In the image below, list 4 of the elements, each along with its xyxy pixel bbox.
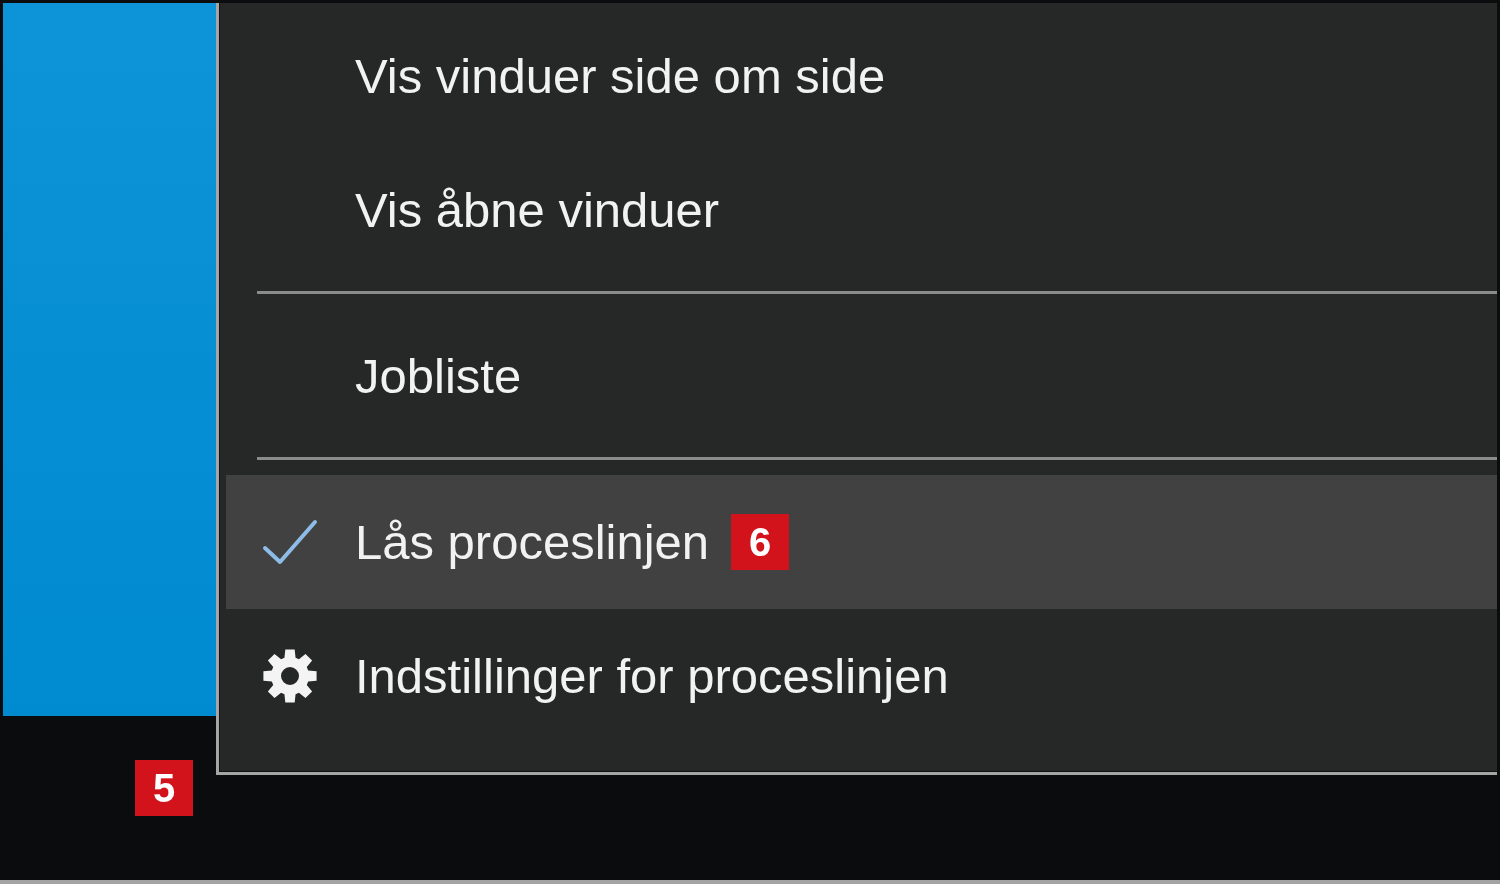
menu-item[interactable]: Lås proceslinjen 6 — [226, 475, 1497, 609]
callout-label: 5 — [135, 760, 193, 816]
settings-icon — [263, 649, 317, 703]
callout-label: 6 — [731, 514, 790, 570]
